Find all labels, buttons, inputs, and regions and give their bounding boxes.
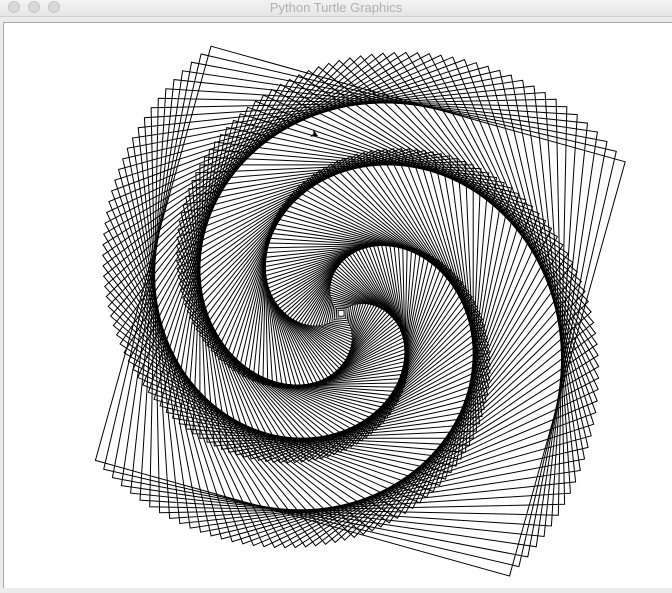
spiral-square bbox=[192, 169, 473, 451]
turtle-canvas[interactable] bbox=[3, 22, 672, 588]
title-bar[interactable]: Python Turtle Graphics bbox=[0, 0, 672, 17]
squares-spiral bbox=[94, 45, 626, 577]
spiral-square bbox=[182, 151, 487, 456]
turtle-drawing bbox=[94, 45, 626, 577]
turtle-window: Python Turtle Graphics bbox=[0, 0, 672, 593]
window-title: Python Turtle Graphics bbox=[269, 0, 403, 15]
window-bottom-edge bbox=[0, 588, 672, 593]
spiral-square bbox=[337, 309, 345, 317]
